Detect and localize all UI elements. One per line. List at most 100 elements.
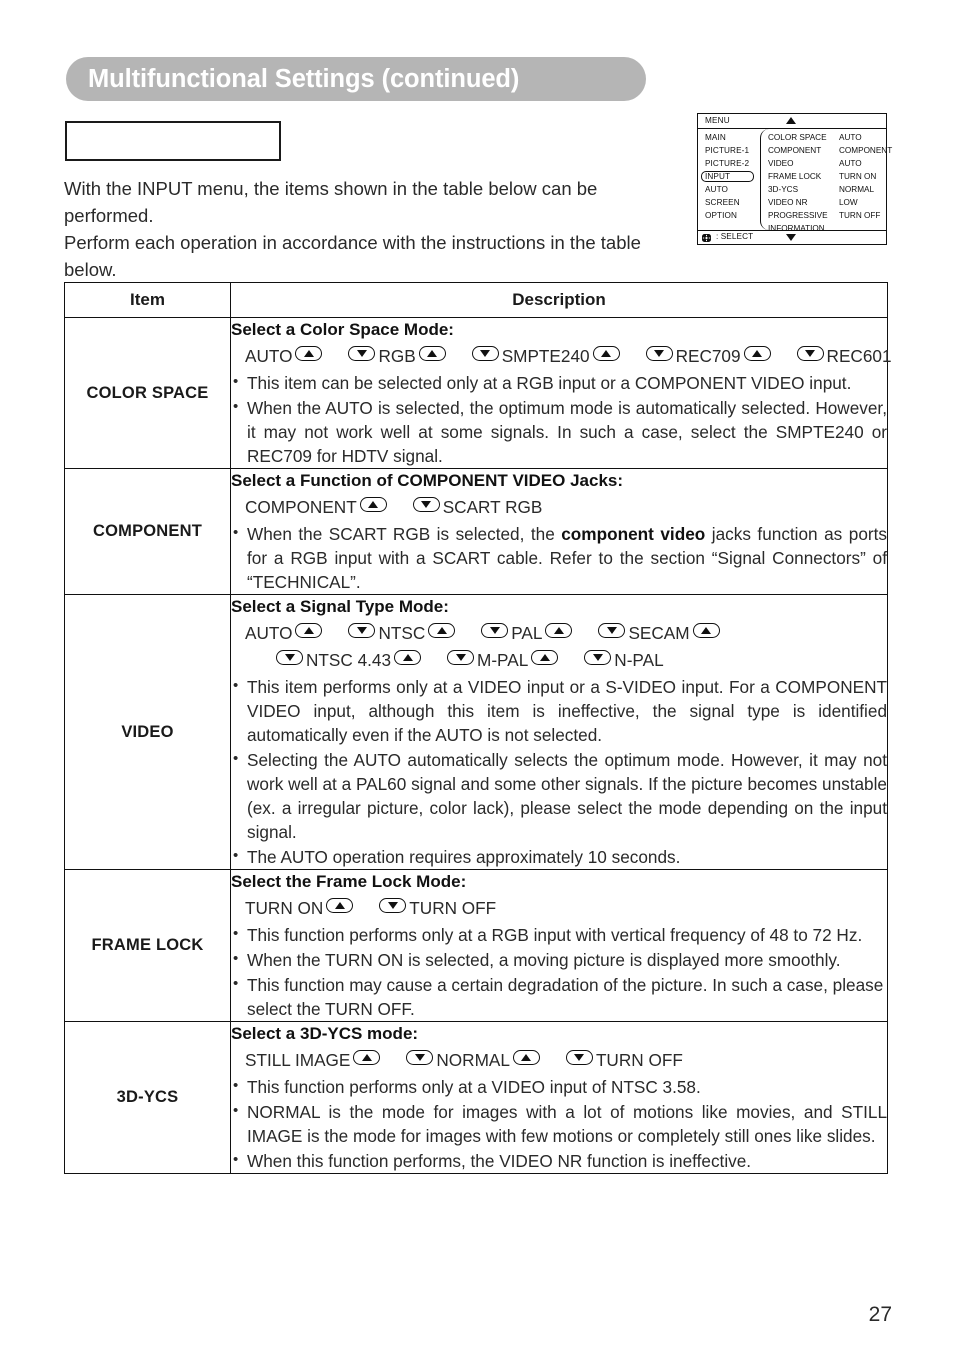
arrow-down-button[interactable] — [481, 623, 509, 638]
osd-menu-statusbar: : SELECT — [698, 230, 886, 244]
description-heading: Select a Color Space Mode: — [231, 320, 454, 339]
column-header-description: Description — [230, 282, 888, 318]
osd-setting-name: COMPONENT — [768, 146, 822, 155]
bullet-item: This item can be selected only at a RGB … — [231, 370, 887, 395]
arrow-up-button[interactable] — [512, 1050, 540, 1065]
bullet-item: NORMAL is the mode for images with a lot… — [231, 1099, 887, 1148]
arrow-up-button[interactable] — [295, 623, 323, 638]
table-row-frame-lock: FRAME LOCK Select the Frame Lock Mode: T… — [64, 869, 888, 1022]
mode-option-normal: NORMAL — [436, 1050, 510, 1070]
osd-input-settings-panel: COLOR SPACE AUTO COMPONENT COMPONENT VID… — [760, 129, 892, 233]
arrow-down-button[interactable] — [645, 346, 673, 361]
mode-option-turn-off: TURN OFF — [595, 1050, 683, 1070]
mode-option-turn-on: TURN ON — [245, 898, 324, 918]
arrow-down-button[interactable] — [412, 497, 440, 512]
mode-option-n-pal: N-PAL — [614, 650, 664, 670]
osd-row-progressive[interactable]: PROGRESSIVE TURN OFF — [761, 209, 886, 222]
osd-setting-value: AUTO — [839, 133, 862, 142]
description-color-space: Select a Color Space Mode: AUTO RGB SMPTE2… — [230, 317, 892, 469]
osd-row-3d-ycs[interactable]: 3D-YCS NORMAL — [761, 183, 886, 196]
osd-category-label: INPUT — [705, 172, 731, 181]
arrow-up-button[interactable] — [428, 623, 456, 638]
table-header-row: Item Description — [64, 282, 888, 318]
arrow-up-button[interactable] — [545, 623, 573, 638]
osd-setting-value: AUTO — [839, 159, 862, 168]
osd-row-color-space[interactable]: COLOR SPACE AUTO — [761, 131, 886, 144]
bullet-list-color-space: This item can be selected only at a RGB … — [231, 370, 887, 468]
osd-menu-label: MENU — [705, 115, 730, 125]
arrow-down-button[interactable] — [379, 898, 407, 913]
arrow-down-button[interactable] — [471, 346, 499, 361]
mode-option-pal: PAL — [511, 623, 543, 643]
bullet-item: This function performs only at a RGB inp… — [231, 922, 887, 947]
mode-sequence-color-space: AUTO RGB SMPTE240 REC709 REC601 — [231, 343, 892, 370]
mode-option-auto: AUTO — [245, 623, 293, 643]
osd-category-label: AUTO — [705, 185, 728, 194]
osd-setting-name: COLOR SPACE — [768, 133, 827, 142]
arrow-up-button[interactable] — [418, 346, 446, 361]
osd-row-video-nr[interactable]: VIDEO NR LOW — [761, 196, 886, 209]
illustration-placeholder-box — [65, 121, 281, 161]
arrow-up-button[interactable] — [531, 650, 559, 665]
osd-setting-value: COMPONENT — [839, 146, 893, 155]
arrow-down-button[interactable] — [348, 623, 376, 638]
arrow-down-button[interactable] — [598, 623, 626, 638]
mode-option-smpte240: SMPTE240 — [501, 346, 590, 366]
osd-category-label: MAIN — [705, 133, 726, 142]
osd-category-picture-1[interactable]: PICTURE-1 — [698, 144, 760, 157]
osd-category-label: SCREEN — [705, 198, 740, 207]
arrow-up-button[interactable] — [326, 898, 354, 913]
osd-row-frame-lock[interactable]: FRAME LOCK TURN ON — [761, 170, 886, 183]
bullet-item: This function performs only at a VIDEO i… — [231, 1074, 887, 1099]
arrow-up-button[interactable] — [394, 650, 422, 665]
osd-setting-name: VIDEO NR — [768, 198, 808, 207]
arrow-up-button[interactable] — [295, 346, 323, 361]
description-video: Select a Signal Type Mode: AUTO NTSC PAL SE… — [230, 594, 888, 870]
description-heading: Select a Function of COMPONENT VIDEO Jac… — [231, 471, 624, 490]
osd-row-video[interactable]: VIDEO AUTO — [761, 157, 886, 170]
mode-option-still-image: STILL IMAGE — [245, 1050, 351, 1070]
arrow-down-button[interactable] — [406, 1050, 434, 1065]
bullet-item: This function may cause a certain degrad… — [231, 972, 887, 1021]
osd-category-picture-2[interactable]: PICTURE-2 — [698, 157, 760, 170]
bullet-item: The AUTO operation requires approximatel… — [231, 844, 887, 869]
arrow-down-button[interactable] — [796, 346, 824, 361]
triangle-down-icon — [786, 234, 796, 241]
osd-setting-value: TURN OFF — [839, 211, 881, 220]
arrow-down-button[interactable] — [276, 650, 303, 665]
arrow-up-button[interactable] — [592, 346, 620, 361]
mode-option-ntsc-443: NTSC 4.43 — [306, 650, 392, 670]
osd-category-option[interactable]: OPTION — [698, 209, 760, 222]
description-heading: Select the Frame Lock Mode: — [231, 872, 467, 891]
osd-setting-name: PROGRESSIVE — [768, 211, 828, 220]
arrow-down-button[interactable] — [447, 650, 475, 665]
description-3d-ycs: Select a 3D-YCS mode: STILL IMAGE NORMAL T… — [230, 1021, 888, 1174]
item-label-video: VIDEO — [64, 594, 231, 870]
mode-option-rec709: REC709 — [675, 346, 741, 366]
osd-menu-titlebar: MENU — [698, 114, 886, 129]
bullet-item: Selecting the AUTO automatically selects… — [231, 747, 887, 844]
bullet-item: When the SCART RGB is selected, the comp… — [231, 521, 887, 594]
arrow-down-button[interactable] — [584, 650, 612, 665]
table-row-component: COMPONENT Select a Function of COMPONENT… — [64, 468, 888, 595]
osd-category-input[interactable]: INPUT — [698, 170, 760, 183]
osd-category-screen[interactable]: SCREEN — [698, 196, 760, 209]
mode-option-scart-rgb: SCART RGB — [442, 497, 543, 517]
osd-category-main[interactable]: MAIN — [698, 131, 760, 144]
bullet-list-video: This item performs only at a VIDEO input… — [231, 674, 887, 869]
arrow-down-button[interactable] — [565, 1050, 593, 1065]
arrow-up-button[interactable] — [359, 497, 387, 512]
osd-setting-value: TURN ON — [839, 172, 877, 181]
osd-category-label: OPTION — [705, 211, 737, 220]
osd-row-component[interactable]: COMPONENT COMPONENT — [761, 144, 892, 157]
osd-setting-value: NORMAL — [839, 185, 875, 194]
bullet-item: This item performs only at a VIDEO input… — [231, 674, 887, 747]
mode-option-component: COMPONENT — [245, 497, 357, 517]
arrow-up-button[interactable] — [692, 623, 720, 638]
arrow-up-button[interactable] — [743, 346, 771, 361]
table-row-3d-ycs: 3D-YCS Select a 3D-YCS mode: STILL IMAGE… — [64, 1021, 888, 1174]
osd-category-auto[interactable]: AUTO — [698, 183, 760, 196]
arrow-down-button[interactable] — [348, 346, 376, 361]
osd-menu-body: MAIN PICTURE-1 PICTURE-2 INPUT AUTO SCRE… — [698, 129, 892, 233]
arrow-up-button[interactable] — [353, 1050, 381, 1065]
